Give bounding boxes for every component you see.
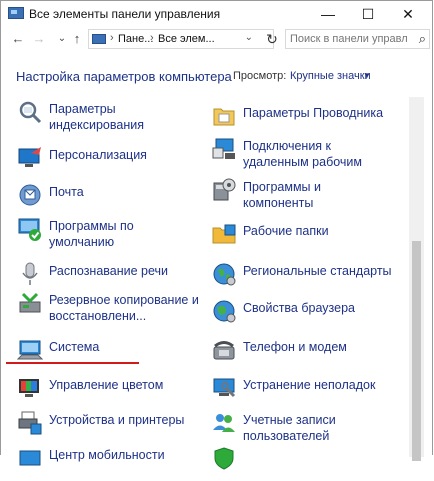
control-panel-item[interactable]: Свойства браузера bbox=[211, 300, 396, 334]
address-bar[interactable]: › Пане... › Все элем... ⌄ bbox=[88, 29, 274, 49]
breadcrumb-separator-icon: › bbox=[150, 32, 154, 44]
maximize-button[interactable]: ☐ bbox=[348, 1, 388, 27]
backup-icon bbox=[17, 290, 43, 316]
breadcrumb-separator-icon: › bbox=[110, 32, 114, 44]
control-panel-item-label[interactable]: Резервное копирование и восстановлени... bbox=[49, 292, 199, 324]
mobility-center-icon bbox=[17, 445, 43, 471]
windows-defender-icon bbox=[211, 445, 237, 471]
printer-icon bbox=[17, 410, 43, 436]
control-panel-item[interactable]: Программы и компоненты bbox=[211, 177, 396, 213]
navigation-bar: ← → ⌄ ↑ › Пане... › Все элем... ⌄ ↻ ⌕ bbox=[1, 28, 432, 50]
troubleshooting-icon bbox=[211, 375, 237, 401]
control-panel-item[interactable]: Рабочие папки bbox=[211, 223, 396, 257]
control-panel-item-label[interactable]: Система bbox=[49, 339, 99, 355]
control-panel-item[interactable]: Подключения к удаленным рабочим bbox=[211, 138, 396, 172]
view-mode-dropdown[interactable]: Крупные значки bbox=[290, 70, 371, 82]
address-dropdown-icon[interactable]: ⌄ bbox=[245, 32, 253, 43]
window-title: Все элементы панели управления bbox=[29, 7, 221, 21]
control-panel-item[interactable]: Резервное копирование и восстановлени... bbox=[17, 292, 202, 326]
vertical-scrollbar[interactable] bbox=[409, 97, 424, 461]
control-panel-item[interactable]: Устранение неполадок bbox=[211, 377, 396, 411]
control-panel-item-label[interactable]: Устранение неполадок bbox=[243, 377, 375, 393]
search-box[interactable]: ⌕ bbox=[285, 29, 430, 49]
control-panel-icon bbox=[8, 7, 24, 19]
control-panel-item-label[interactable]: Свойства браузера bbox=[243, 300, 355, 316]
control-panel-item-label[interactable]: Учетные записи пользователей bbox=[243, 412, 336, 444]
region-icon bbox=[211, 261, 237, 287]
remote-connections-icon bbox=[211, 136, 237, 162]
control-panel-item-label[interactable]: Региональные стандарты bbox=[243, 263, 392, 279]
breadcrumb-item[interactable]: Все элем... bbox=[158, 33, 215, 45]
control-panel-item-label[interactable]: Подключения к удаленным рабочим bbox=[243, 138, 362, 170]
control-panel-item-label[interactable]: Почта bbox=[49, 184, 84, 200]
search-icon[interactable]: ⌕ bbox=[419, 31, 426, 47]
control-panel-item-label[interactable]: Рабочие папки bbox=[243, 223, 329, 239]
default-programs-icon bbox=[17, 216, 43, 242]
control-panel-item[interactable] bbox=[211, 447, 396, 481]
address-icon bbox=[92, 34, 106, 44]
control-panel-item-label[interactable]: Центр мобильности bbox=[49, 447, 165, 463]
control-panel-item[interactable]: Система bbox=[17, 339, 202, 373]
microphone-icon bbox=[17, 261, 43, 287]
control-panel-item[interactable]: Региональные стандарты bbox=[211, 263, 396, 297]
control-panel-item[interactable]: Параметры Проводника bbox=[211, 105, 396, 139]
mail-icon bbox=[17, 182, 43, 208]
close-button[interactable]: ✕ bbox=[388, 1, 428, 27]
title-bar: Все элементы панели управления — ☐ ✕ bbox=[1, 1, 432, 27]
control-panel-item-label[interactable]: Программы и компоненты bbox=[243, 179, 321, 211]
control-panel-item[interactable]: Программы по умолчанию bbox=[17, 218, 202, 252]
search-input[interactable] bbox=[290, 32, 408, 46]
internet-options-icon bbox=[211, 298, 237, 324]
system-icon bbox=[17, 337, 43, 363]
control-panel-item[interactable]: Почта bbox=[17, 184, 202, 218]
forward-button[interactable]: → bbox=[30, 29, 48, 49]
indexing-icon bbox=[17, 99, 43, 125]
phone-modem-icon bbox=[211, 337, 237, 363]
control-panel-item[interactable]: Центр мобильности bbox=[17, 447, 202, 481]
control-panel-item-label[interactable]: Управление цветом bbox=[49, 377, 163, 393]
control-panel-window: Все элементы панели управления — ☐ ✕ ← →… bbox=[0, 0, 433, 470]
user-accounts-icon bbox=[211, 410, 237, 436]
personalization-icon bbox=[17, 145, 43, 171]
control-panel-item-label[interactable]: Персонализация bbox=[49, 147, 147, 163]
view-label: Просмотр: bbox=[233, 70, 287, 82]
up-button[interactable]: ↑ bbox=[68, 29, 86, 49]
back-button[interactable]: ← bbox=[9, 29, 27, 49]
control-panel-item-label[interactable]: Параметры индексирования bbox=[49, 101, 144, 133]
scrollbar-thumb[interactable] bbox=[412, 241, 421, 461]
dropdown-arrow-icon[interactable]: ▼ bbox=[363, 71, 371, 80]
highlight-underline bbox=[6, 362, 139, 364]
control-panel-item[interactable]: Учетные записи пользователей bbox=[211, 412, 396, 446]
folder-options-icon bbox=[211, 103, 237, 129]
minimize-button[interactable]: — bbox=[308, 1, 348, 27]
refresh-icon[interactable]: ↻ bbox=[262, 30, 282, 48]
control-panel-item[interactable]: Управление цветом bbox=[17, 377, 202, 411]
control-panel-item[interactable]: Телефон и модем bbox=[211, 339, 396, 373]
control-panel-item-label[interactable]: Параметры Проводника bbox=[243, 105, 383, 121]
control-panel-item[interactable]: Параметры индексирования bbox=[17, 101, 202, 135]
control-panel-item-label[interactable]: Устройства и принтеры bbox=[49, 412, 184, 428]
control-panel-item[interactable]: Устройства и принтеры bbox=[17, 410, 202, 446]
color-management-icon bbox=[17, 375, 43, 401]
control-panel-item-label[interactable]: Телефон и модем bbox=[243, 339, 347, 355]
programs-features-icon bbox=[211, 177, 237, 203]
control-panel-item-label[interactable]: Распознавание речи bbox=[49, 263, 168, 279]
control-panel-item-label[interactable]: Программы по умолчанию bbox=[49, 218, 134, 250]
control-panel-item[interactable]: Персонализация bbox=[17, 147, 202, 181]
breadcrumb-item[interactable]: Пане... bbox=[118, 33, 153, 45]
page-title: Настройка параметров компьютера bbox=[16, 69, 232, 84]
work-folders-icon bbox=[211, 221, 237, 247]
